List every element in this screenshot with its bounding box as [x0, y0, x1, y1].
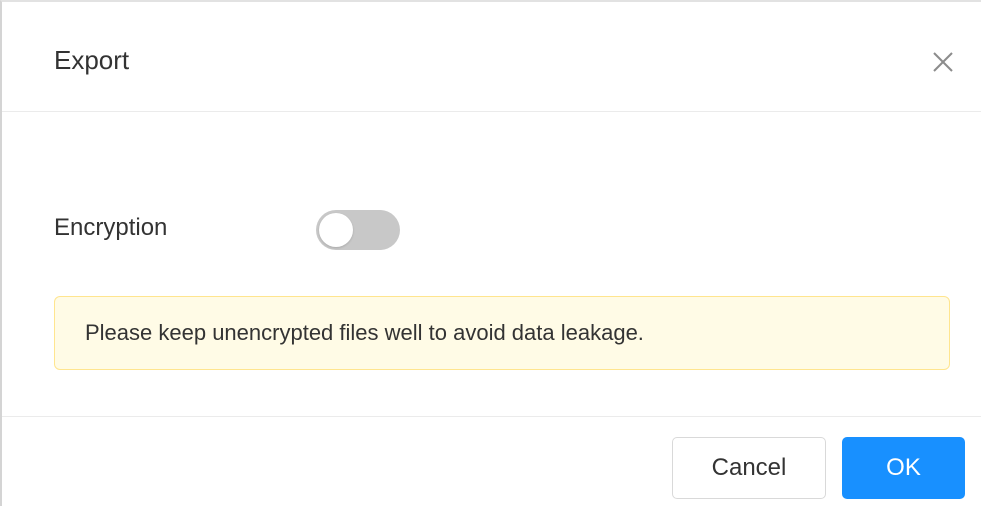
close-button[interactable]: [929, 48, 957, 76]
encryption-toggle[interactable]: [316, 210, 400, 250]
warning-notice: Please keep unencrypted files well to av…: [54, 296, 950, 370]
encryption-row: Encryption: [54, 210, 454, 250]
ok-button[interactable]: OK: [842, 437, 965, 499]
dialog-title: Export: [54, 45, 130, 75]
cancel-button[interactable]: Cancel: [672, 437, 826, 499]
export-dialog: Export Encryption Please keep unencrypte…: [0, 0, 981, 506]
encryption-label: Encryption: [54, 214, 168, 241]
close-icon: [933, 52, 953, 72]
toggle-knob: [319, 213, 353, 247]
dialog-footer: Cancel OK: [2, 416, 981, 508]
warning-notice-text: Please keep unencrypted files well to av…: [85, 320, 644, 345]
dialog-header: Export: [2, 2, 981, 112]
